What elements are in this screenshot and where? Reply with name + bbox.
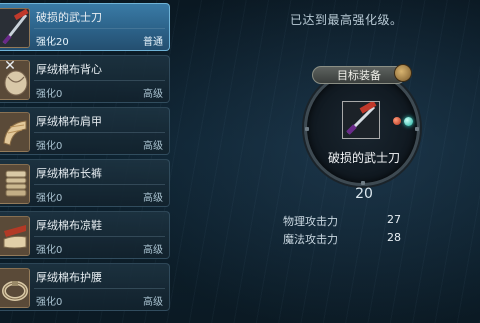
target-equipment-level: 20	[355, 186, 373, 202]
equipment-item-level: 强化0	[36, 193, 63, 204]
equipment-item-level: 强化0	[36, 89, 63, 100]
equipment-item-vest[interactable]: 厚绒棉布背心 强化0 高级	[0, 55, 170, 103]
stat-value: 28	[387, 231, 401, 244]
target-equipment-name: 破损的武士刀	[327, 151, 400, 165]
equipment-item-pants[interactable]: 厚绒棉布长裤 强化0 高级	[0, 159, 170, 207]
equipment-item-name: 厚绒棉布长裤	[36, 167, 102, 180]
equipment-item-name: 厚绒棉布凉鞋	[36, 219, 102, 232]
equipment-item-name: 破损的武士刀	[36, 11, 102, 24]
katana-icon	[0, 8, 30, 48]
red-gem-icon	[393, 117, 401, 125]
divider	[34, 184, 165, 185]
equipment-item-grade: 高级	[143, 193, 163, 204]
equipment-item-level: 强化20	[36, 37, 69, 48]
katana-icon[interactable]	[342, 101, 380, 139]
shoulder-icon	[0, 112, 30, 152]
equipment-item-shoulder[interactable]: 厚绒棉布肩甲 强化0 高级	[0, 107, 170, 155]
equipment-item-katana[interactable]: 破损的武士刀 强化20 普通	[0, 3, 170, 51]
equipment-item-name: 厚绒棉布背心	[36, 63, 102, 76]
close-icon[interactable]: ✕	[2, 58, 18, 74]
ring-tick	[415, 127, 419, 131]
knob-icon	[394, 64, 412, 82]
cyan-gem-icon	[404, 117, 413, 126]
equipment-item-grade: 高级	[143, 141, 163, 152]
belt-icon	[0, 268, 30, 308]
equipment-item-grade: 高级	[143, 89, 163, 100]
divider	[34, 236, 165, 237]
stat-label: 魔法攻击力	[283, 233, 338, 246]
equipment-item-level: 强化0	[36, 297, 63, 308]
target-equipment-title: 目标装备	[312, 66, 406, 84]
equipment-item-level: 强化0	[36, 141, 63, 152]
equipment-item-name: 厚绒棉布护腰	[36, 271, 102, 284]
equipment-item-sandals[interactable]: 厚绒棉布凉鞋 强化0 高级	[0, 211, 170, 259]
equipment-list: 破损的武士刀 强化20 普通 ✕ 厚绒棉布背心 强化0 高级 厚绒棉布肩甲 强化…	[0, 0, 172, 323]
stat-value: 27	[387, 213, 401, 226]
divider	[34, 288, 165, 289]
equipment-item-grade: 高级	[143, 297, 163, 308]
pants-icon	[0, 164, 30, 204]
divider	[34, 28, 165, 29]
ring-tick	[361, 181, 365, 185]
stat-row-magic-attack: 魔法攻击力 28	[283, 231, 413, 246]
stat-label: 物理攻击力	[283, 215, 338, 228]
stat-row-physical-attack: 物理攻击力 27	[283, 213, 413, 228]
equipment-item-belt[interactable]: 厚绒棉布护腰 强化0 高级	[0, 263, 170, 311]
equipment-item-grade: 高级	[143, 245, 163, 256]
equipment-item-level: 强化0	[36, 245, 63, 256]
sandals-icon	[0, 216, 30, 256]
divider	[34, 80, 165, 81]
ring-tick	[305, 127, 309, 131]
equipment-item-grade: 普通	[143, 37, 163, 48]
max-level-message: 已达到最高强化级。	[290, 13, 403, 27]
divider	[34, 132, 165, 133]
equipment-item-name: 厚绒棉布肩甲	[36, 115, 102, 128]
